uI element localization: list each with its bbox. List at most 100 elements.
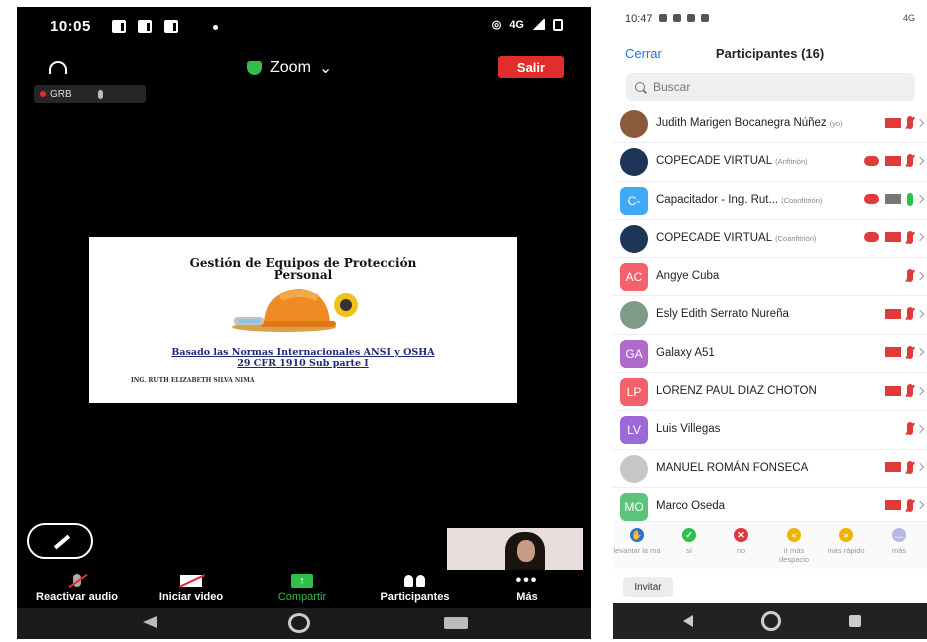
invite-button[interactable]: Invitar <box>623 577 673 597</box>
microphone-icon <box>97 89 103 99</box>
meeting-title: Zoom <box>270 59 311 76</box>
back-icon[interactable] <box>143 616 157 628</box>
recording-indicator[interactable]: GRB <box>34 85 146 103</box>
participant-row[interactable]: AC Angye Cuba <box>613 258 927 297</box>
close-button[interactable]: Cerrar <box>625 46 662 61</box>
participants-button[interactable]: Participantes <box>365 572 465 603</box>
participant-role: (yo) <box>829 119 843 128</box>
chevron-right-icon <box>915 501 925 510</box>
participant-row[interactable]: Judith Marigen Bocanegra Núñez (yo) <box>613 105 927 144</box>
participant-name-text: Judith Marigen Bocanegra Núñez <box>656 117 827 129</box>
recents-icon[interactable] <box>849 615 861 627</box>
home-icon[interactable] <box>761 611 781 631</box>
video-off-icon <box>885 385 901 396</box>
participant-row[interactable]: Esly Edith Serrato Nureña <box>613 296 927 335</box>
status-bar: 10:47 4G <box>613 7 927 32</box>
avatar: C- <box>620 186 648 215</box>
search-icon <box>635 82 645 92</box>
participant-row[interactable]: GA Galaxy A51 <box>613 335 927 374</box>
participant-row[interactable]: LV Luis Villegas <box>613 411 927 450</box>
meeting-screen: 10:05 ◎ 4G Zoom ⌄ Salir GRB Gestión de E… <box>17 7 591 639</box>
participant-status-icons <box>864 154 925 168</box>
video-off-icon <box>885 462 901 473</box>
recording-label: GRB <box>50 88 72 100</box>
video-off-icon <box>885 347 901 358</box>
participant-row[interactable]: MANUEL ROMÁN FONSECA <box>613 450 927 488</box>
participants-header: Participantes (16) Cerrar <box>613 41 927 71</box>
chevron-right-icon <box>915 156 925 166</box>
video-off-icon <box>885 155 901 166</box>
share-button[interactable]: ↑ Compartir <box>260 572 344 603</box>
participant-row[interactable]: C- Capacitador - Ing. Rut... (Coanfitrión) <box>613 182 927 220</box>
microphone-off-icon <box>907 154 913 168</box>
back-icon[interactable] <box>683 615 693 627</box>
chevron-right-icon <box>915 271 925 280</box>
home-icon[interactable] <box>288 613 310 633</box>
participant-status-icons <box>885 345 925 359</box>
more-button[interactable]: ••• Más <box>499 572 555 603</box>
search-input[interactable]: Buscar <box>626 73 915 101</box>
participant-status-icons <box>885 498 925 512</box>
shared-slide: Gestión de Equipos de Protección Persona… <box>89 237 517 403</box>
participant-name-text: Angye Cuba <box>656 270 720 283</box>
participant-status-icons <box>885 116 925 129</box>
share-arrow-icon: ↑ <box>291 573 313 588</box>
reaction-button[interactable]: ✕ no <box>717 528 765 555</box>
screenshot-root: 10:05 ◎ 4G Zoom ⌄ Salir GRB Gestión de E… <box>0 0 927 642</box>
chevron-right-icon <box>915 424 925 434</box>
chevron-right-icon <box>915 348 925 357</box>
chevron-right-icon <box>915 462 925 472</box>
participant-name: Luis Villegas <box>656 423 720 435</box>
microphone-off-icon <box>907 460 913 474</box>
chevron-right-icon <box>915 309 925 319</box>
avatar: MO <box>620 492 648 521</box>
slide-title: Gestión de Equipos de Protección Persona… <box>89 257 517 281</box>
annotate-button[interactable] <box>27 523 93 559</box>
participant-name-text: COPECADE VIRTUAL <box>656 231 773 244</box>
participants-icon <box>403 574 427 587</box>
android-nav-bar <box>613 603 927 639</box>
start-video-label: Iniciar video <box>158 591 224 603</box>
self-video-thumbnail[interactable] <box>447 528 583 570</box>
cloud-recording-icon <box>864 155 879 166</box>
battery-icon <box>553 18 563 31</box>
leave-button[interactable]: Salir <box>498 56 564 78</box>
android-nav-bar <box>17 608 591 639</box>
microphone-off-icon <box>907 498 913 512</box>
participant-status-icons <box>864 230 925 244</box>
participant-row[interactable]: COPECADE VIRTUAL (Coanfitrión) <box>613 220 927 259</box>
start-video-button[interactable]: Iniciar video <box>141 572 241 603</box>
reaction-icon: … <box>892 528 906 542</box>
unmute-button[interactable]: Reactivar audio <box>25 572 129 603</box>
participant-name-text: MANUEL ROMÁN FONSECA <box>656 461 809 474</box>
reaction-label: más rápido <box>827 546 865 555</box>
participant-status-icons <box>885 460 925 474</box>
avatar <box>620 110 648 138</box>
reaction-label: más <box>891 546 907 555</box>
record-dot-icon <box>40 91 46 97</box>
participant-row[interactable]: COPECADE VIRTUAL (Anfitrión) <box>613 143 927 182</box>
recents-icon[interactable] <box>444 617 468 629</box>
reaction-button[interactable]: « ir más despacio <box>770 528 818 564</box>
meeting-info-button[interactable]: Zoom ⌄ <box>247 58 332 78</box>
reaction-icon: ✋ <box>630 528 644 542</box>
reaction-button[interactable]: ✋ levantar la ma <box>613 528 661 555</box>
reaction-button[interactable]: ✓ sí <box>665 528 713 555</box>
unmute-label: Reactivar audio <box>36 591 118 603</box>
pencil-icon <box>53 534 71 550</box>
participants-screen: 10:47 4G Participantes (16) Cerrar Busca… <box>613 7 927 639</box>
microphone-on-icon <box>907 192 913 206</box>
participant-status-icons <box>885 384 925 398</box>
participant-name: COPECADE VIRTUAL (Coanfitrión) <box>656 232 816 244</box>
participant-name-text: Esly Edith Serrato Nureña <box>656 308 789 321</box>
participant-row[interactable]: LP LORENZ PAUL DIAZ CHOTON <box>613 373 927 412</box>
video-off-icon <box>885 117 901 128</box>
audio-speaker-icon[interactable] <box>49 61 67 74</box>
signal-icon <box>532 19 545 30</box>
video-off-icon <box>885 308 901 319</box>
reaction-button[interactable]: » más rápido <box>822 528 870 555</box>
participant-name: Galaxy A51 <box>656 347 715 359</box>
participant-name: LORENZ PAUL DIAZ CHOTON <box>656 385 817 397</box>
avatar <box>620 301 648 330</box>
reaction-button[interactable]: … más <box>875 528 923 555</box>
